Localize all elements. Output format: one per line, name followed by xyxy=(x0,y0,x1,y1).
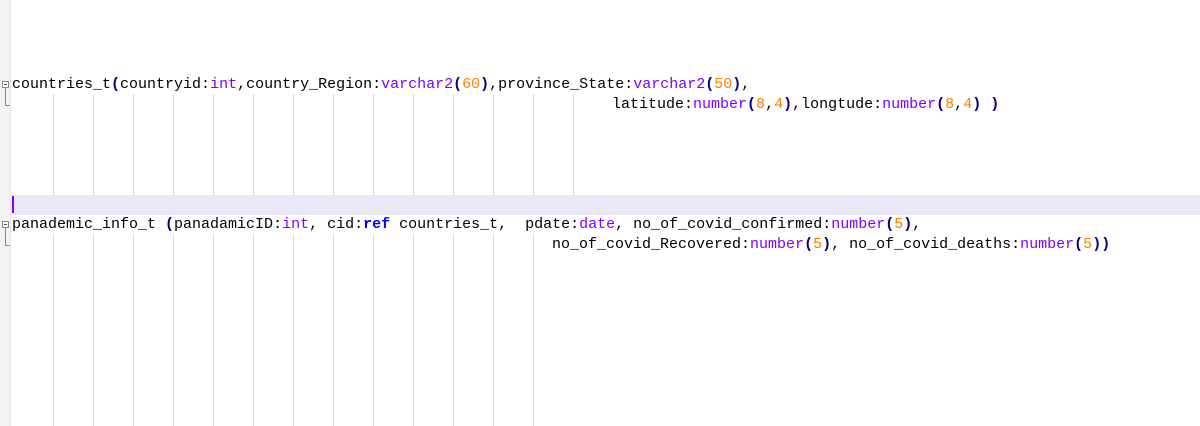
code-token-type: number xyxy=(1020,236,1075,253)
code-token-num: 4 xyxy=(774,96,784,113)
code-token-op: ) xyxy=(822,236,832,253)
code-token-op: ( xyxy=(936,96,946,113)
fold-collapse-icon[interactable] xyxy=(2,221,9,228)
indent-guide xyxy=(373,95,374,205)
code-token-type: date xyxy=(579,216,616,233)
code-token-plain: , cid: xyxy=(309,216,364,233)
code-token-kw: ref xyxy=(363,216,391,233)
code-line[interactable]: latitude:number(8,4),longtude:number(8,4… xyxy=(612,95,999,115)
code-token-op: ( xyxy=(747,96,757,113)
indent-guide xyxy=(213,95,214,205)
code-token-type: number xyxy=(831,216,886,233)
indent-guide xyxy=(333,95,334,205)
indent-guide xyxy=(453,235,454,426)
indent-guide xyxy=(93,95,94,205)
code-token-op: )) xyxy=(1092,236,1111,253)
code-token-num: 5 xyxy=(1083,236,1093,253)
code-token-plain: ,longtude: xyxy=(792,96,883,113)
current-line-highlight xyxy=(11,195,1200,215)
fold-margin xyxy=(0,0,11,426)
code-token-num: 8 xyxy=(756,96,766,113)
code-token-op: ( xyxy=(111,76,121,93)
code-token-plain: , xyxy=(912,216,922,233)
fold-end-marker xyxy=(5,105,10,106)
indent-guide xyxy=(293,95,294,205)
indent-guide xyxy=(413,95,414,205)
indent-guide xyxy=(133,95,134,205)
indent-guide xyxy=(573,95,574,205)
code-token-type: int xyxy=(282,216,310,233)
code-token-op: ) xyxy=(480,76,490,93)
indent-guide xyxy=(173,95,174,205)
indent-guide xyxy=(53,235,54,426)
code-token-type: int xyxy=(210,76,238,93)
indent-guide xyxy=(293,235,294,426)
indent-guide xyxy=(493,95,494,205)
code-token-plain: countries_t, pdate: xyxy=(390,216,580,233)
code-token-type: number xyxy=(693,96,748,113)
indent-guide xyxy=(53,95,54,205)
code-token-plain: no_of_covid_Recovered: xyxy=(552,236,751,253)
indent-guide xyxy=(493,235,494,426)
code-token-plain: panademic_info_t xyxy=(12,216,166,233)
code-token-num: 50 xyxy=(714,76,733,93)
fold-collapse-icon[interactable] xyxy=(2,81,9,88)
indent-guide xyxy=(413,235,414,426)
code-token-op: ) xyxy=(783,96,793,113)
code-token-num: 8 xyxy=(945,96,955,113)
code-token-op: ( xyxy=(1074,236,1084,253)
code-token-op: ) xyxy=(990,96,1000,113)
code-token-op: ( xyxy=(885,216,895,233)
code-line[interactable]: countries_t(countryid:int,country_Region… xyxy=(12,75,750,95)
fold-range-line xyxy=(5,88,6,105)
code-token-op: ( xyxy=(705,76,715,93)
indent-guide xyxy=(533,95,534,205)
indent-guide xyxy=(213,235,214,426)
indent-guide xyxy=(133,235,134,426)
fold-range-line xyxy=(5,228,6,245)
code-token-plain: , no_of_covid_deaths: xyxy=(831,236,1021,253)
code-token-num: 60 xyxy=(462,76,481,93)
indent-guide xyxy=(453,95,454,205)
code-token-op: ) xyxy=(903,216,913,233)
indent-guide xyxy=(253,235,254,426)
code-line[interactable]: no_of_covid_Recovered:number(5), no_of_c… xyxy=(552,235,1110,255)
code-editor[interactable]: countries_t(countryid:int,country_Region… xyxy=(0,0,1200,426)
fold-end-marker xyxy=(5,245,10,246)
code-token-type: number xyxy=(882,96,937,113)
code-token-plain: panadamicID: xyxy=(174,216,283,233)
code-token-plain: , xyxy=(741,76,751,93)
code-line[interactable]: panademic_info_t (panadamicID:int, cid:r… xyxy=(12,215,921,235)
text-cursor xyxy=(12,196,14,213)
code-token-op: ( xyxy=(165,216,175,233)
indent-guide xyxy=(533,235,534,426)
code-token-type: varchar2 xyxy=(633,76,706,93)
code-token-op: ) xyxy=(732,76,742,93)
code-token-plain: latitude: xyxy=(612,96,694,113)
indent-guide xyxy=(93,235,94,426)
code-token-plain: , xyxy=(765,96,775,113)
code-token-plain: , xyxy=(954,96,964,113)
code-token-plain: , no_of_covid_confirmed: xyxy=(615,216,832,233)
code-token-type: varchar2 xyxy=(381,76,454,93)
code-token-num: 5 xyxy=(894,216,904,233)
code-token-num: 5 xyxy=(813,236,823,253)
code-token-type: number xyxy=(750,236,805,253)
code-token-op: ) xyxy=(972,96,982,113)
code-token-op: ( xyxy=(453,76,463,93)
indent-guide xyxy=(173,235,174,426)
indent-guide xyxy=(253,95,254,205)
code-token-plain: countries_t xyxy=(12,76,112,93)
indent-guide xyxy=(373,235,374,426)
code-token-plain: countryid: xyxy=(120,76,211,93)
code-token-plain: ,country_Region: xyxy=(237,76,382,93)
code-token-plain: ,province_State: xyxy=(489,76,634,93)
code-token-num: 4 xyxy=(963,96,973,113)
code-token-op: ( xyxy=(804,236,814,253)
indent-guide xyxy=(333,235,334,426)
